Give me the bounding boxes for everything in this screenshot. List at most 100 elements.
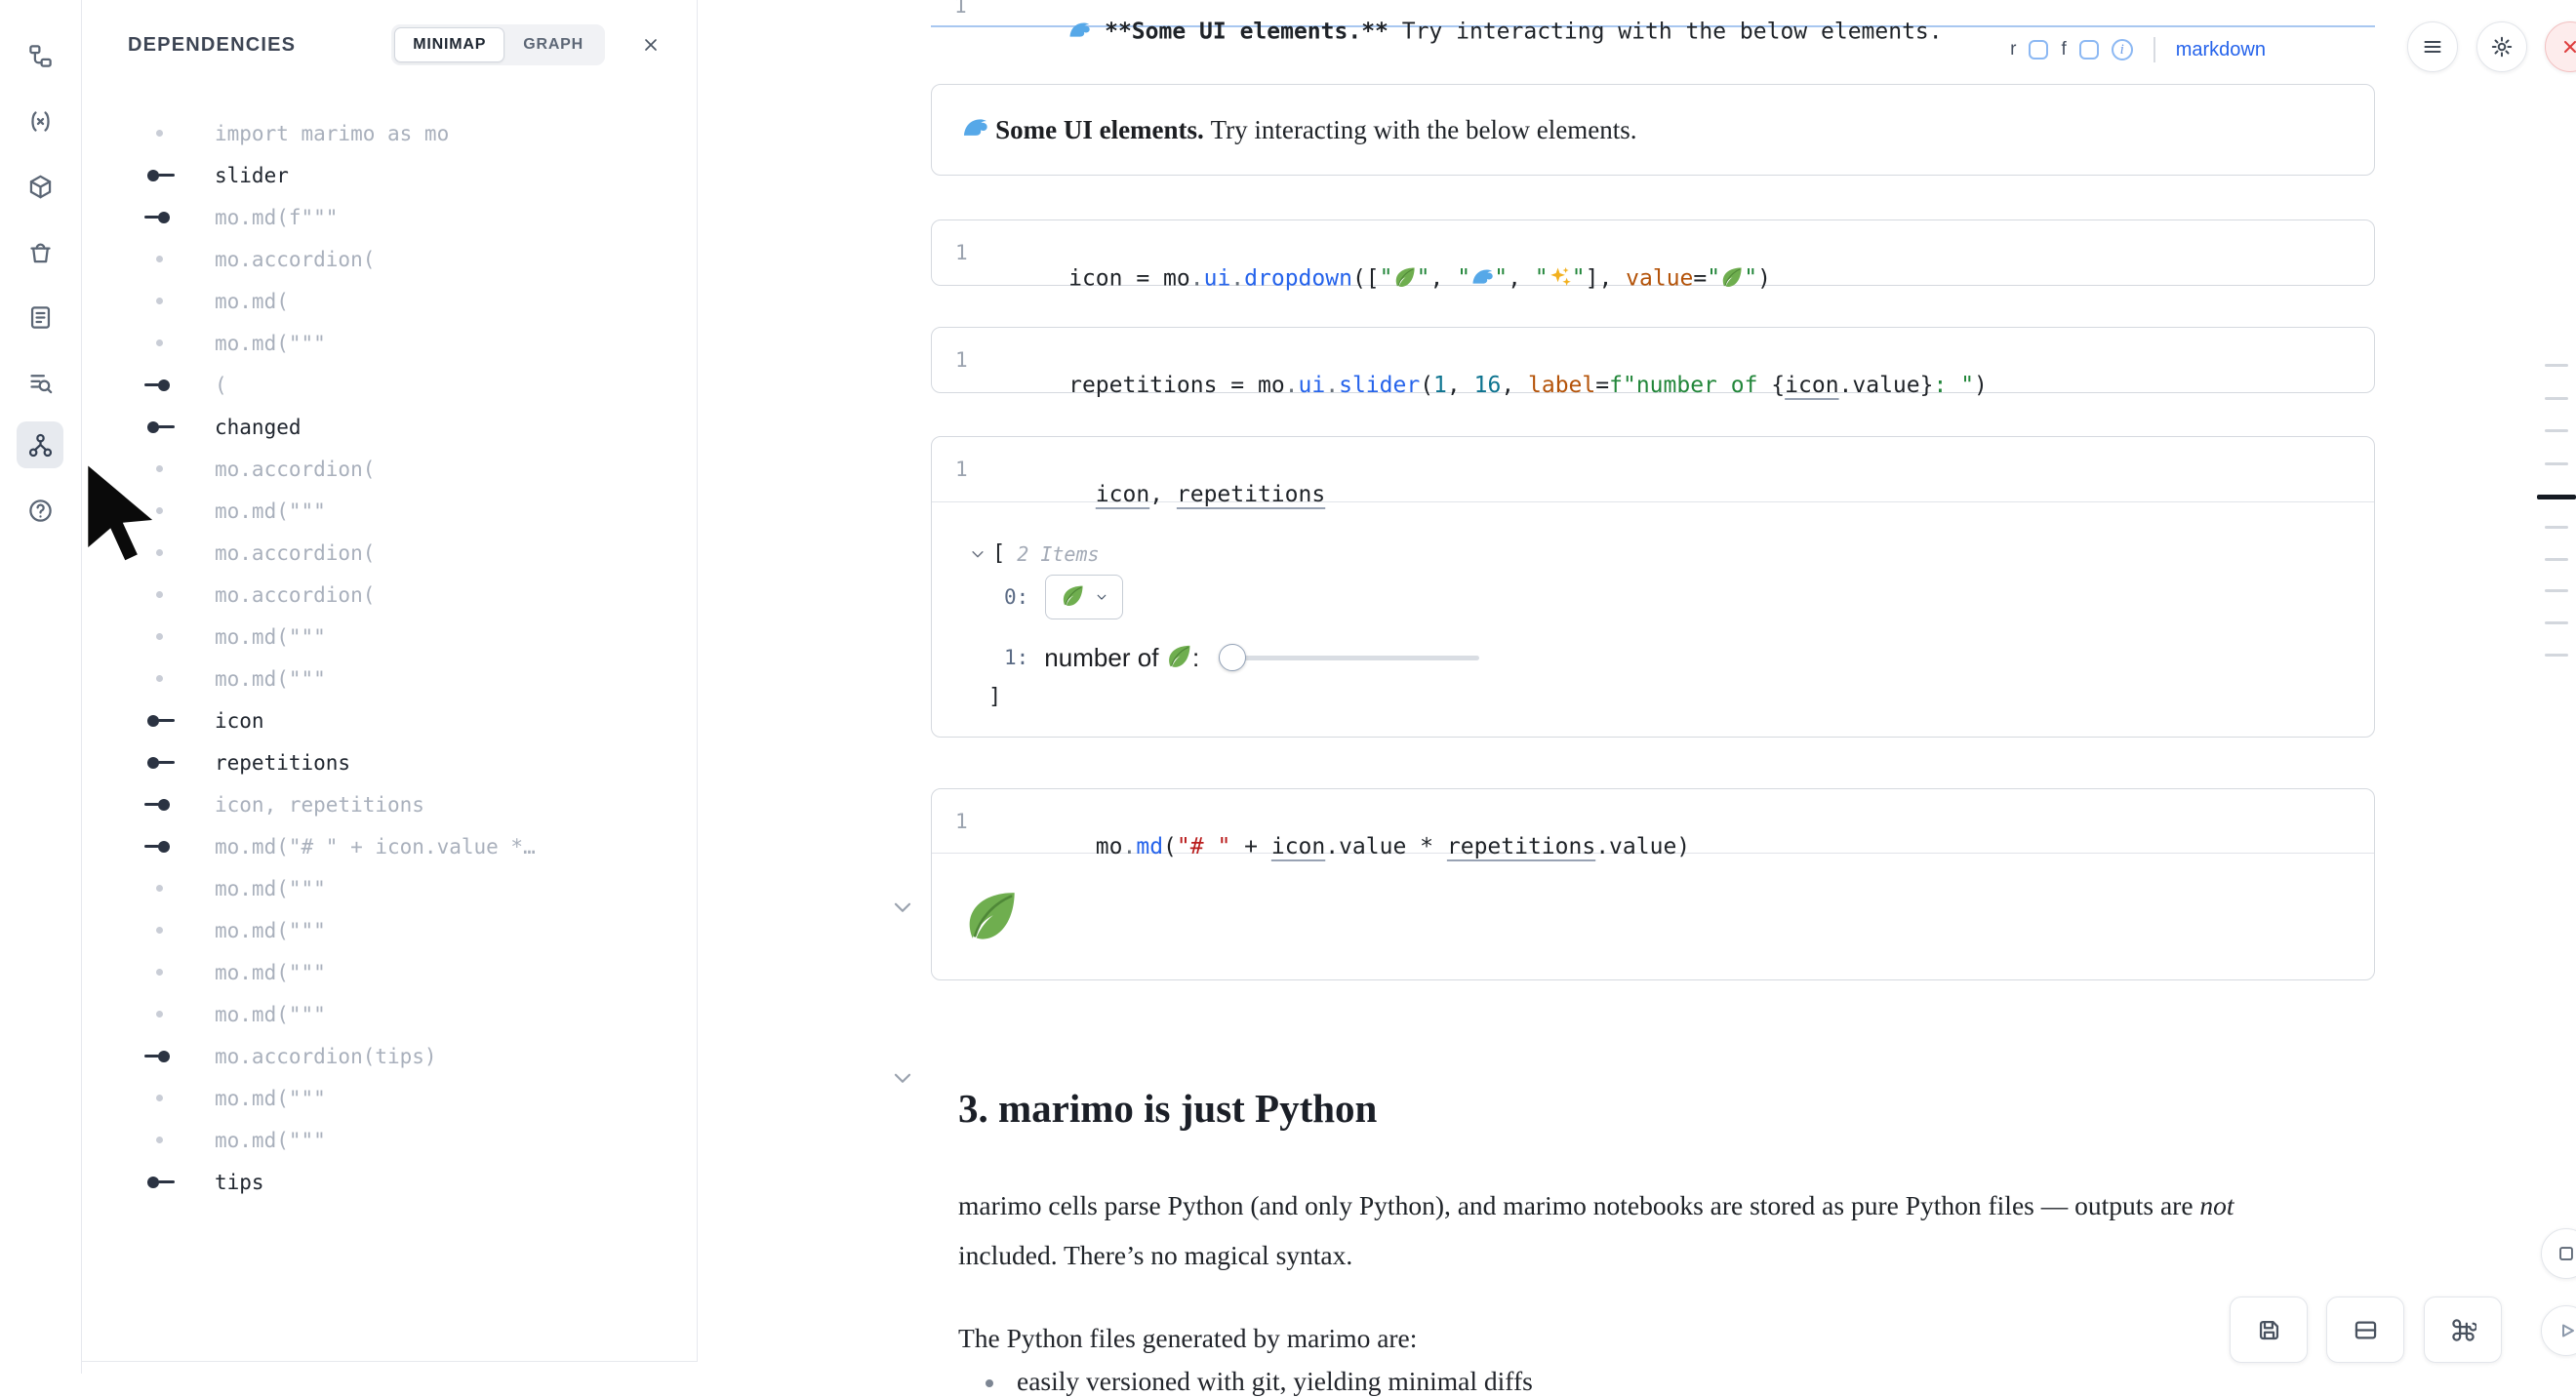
- code-token: ([: [1352, 265, 1380, 291]
- dependencies-button[interactable]: [17, 421, 63, 468]
- dependency-item[interactable]: icon: [81, 699, 696, 741]
- r-checkbox[interactable]: [2029, 40, 2048, 60]
- dependency-item[interactable]: mo.md(""": [81, 616, 696, 658]
- cell-nav-line[interactable]: [2545, 397, 2568, 400]
- save-button[interactable]: [2230, 1297, 2308, 1363]
- code-token: ): [1757, 265, 1771, 291]
- code-token: .: [1122, 834, 1136, 859]
- code-cell-slider[interactable]: 1 repetitions = mo.ui.slider(1, 16, labe…: [931, 327, 2375, 393]
- panel-close-button[interactable]: [634, 28, 667, 61]
- code-token: "": [1535, 265, 1586, 291]
- scratchpad-button[interactable]: [17, 294, 63, 340]
- tab-graph[interactable]: GRAPH: [504, 27, 602, 62]
- packages-button[interactable]: [17, 163, 63, 210]
- dependency-item[interactable]: import marimo as mo: [81, 112, 696, 154]
- dependency-item[interactable]: mo.accordion(: [81, 574, 696, 616]
- help-button[interactable]: [17, 487, 63, 534]
- tab-minimap[interactable]: MINIMAP: [394, 27, 504, 62]
- file-explorer-button[interactable]: [17, 32, 63, 79]
- dependency-item[interactable]: mo.md(""": [81, 1077, 696, 1119]
- dependency-item[interactable]: mo.md(""": [81, 993, 696, 1035]
- dependency-item[interactable]: repetitions: [81, 741, 696, 783]
- dependency-item[interactable]: mo.md(: [81, 280, 696, 322]
- dependency-glyph-icon: [143, 909, 215, 951]
- cell-nav-line[interactable]: [2545, 526, 2568, 529]
- cell-nav-line-active[interactable]: [2537, 495, 2576, 499]
- code-cell-md[interactable]: 1 mo.md("# " + icon.value * repetitions.…: [931, 788, 2375, 980]
- dependency-item[interactable]: tips: [81, 1161, 696, 1203]
- dependency-item[interactable]: (: [81, 364, 696, 406]
- slider-track[interactable]: [1221, 656, 1479, 660]
- code-token: ,: [1501, 373, 1528, 398]
- cell-nav-line[interactable]: [2545, 654, 2568, 657]
- settings-button[interactable]: [2476, 21, 2527, 72]
- dependency-item[interactable]: mo.md("# " + icon.value *…: [81, 825, 696, 867]
- dependency-item[interactable]: mo.accordion(: [81, 448, 696, 490]
- run-button[interactable]: [2541, 1305, 2576, 1356]
- cell-nav-line[interactable]: [2545, 462, 2568, 465]
- dependency-item[interactable]: mo.md(""": [81, 951, 696, 993]
- layout-button[interactable]: [2326, 1297, 2404, 1363]
- code-token: 1: [1433, 373, 1447, 398]
- f-checkbox[interactable]: [2079, 40, 2099, 60]
- markdown-output-cell[interactable]: Some UI elements. Try interacting with t…: [931, 84, 2375, 176]
- notebook-menu-button[interactable]: [2407, 21, 2458, 72]
- language-button[interactable]: markdown: [2176, 39, 2266, 61]
- command-palette-button[interactable]: [2424, 1297, 2502, 1363]
- layout-icon: [2353, 1317, 2379, 1343]
- dependency-item[interactable]: mo.md(""": [81, 1119, 696, 1161]
- slider-thumb[interactable]: [1219, 644, 1246, 671]
- dependency-item[interactable]: mo.md(f""": [81, 196, 696, 238]
- chevron-down-icon: [1095, 590, 1108, 604]
- dependency-label: import marimo as mo: [215, 122, 449, 145]
- dependency-label: changed: [215, 416, 302, 439]
- cell-nav-line[interactable]: [2545, 558, 2568, 561]
- tree-index-0: 0:: [1004, 585, 1028, 609]
- code-token: =: [1122, 265, 1163, 291]
- output-emoji: [963, 885, 1021, 948]
- shutdown-button[interactable]: [2545, 21, 2576, 72]
- tree-twisty-icon[interactable]: [969, 545, 986, 563]
- dependency-item[interactable]: mo.accordion(: [81, 238, 696, 280]
- dependency-label: slider: [215, 164, 289, 187]
- dependency-item[interactable]: mo.md(""": [81, 867, 696, 909]
- code-cell-dropdown[interactable]: 1 icon = mo.ui.dropdown(["", "", ""], va…: [931, 220, 2375, 286]
- dependency-item[interactable]: slider: [81, 154, 696, 196]
- markdown-cell-editor[interactable]: 1 **Some UI elements.** Try interacting …: [931, 0, 2375, 27]
- cell-nav-line[interactable]: [2545, 589, 2568, 592]
- frame-button[interactable]: [2541, 1228, 2576, 1279]
- code-token: (: [1420, 373, 1433, 398]
- dependency-item[interactable]: mo.md(""": [81, 909, 696, 951]
- dependency-label: mo.md(""": [215, 332, 326, 355]
- code-cell-tuple[interactable]: 1 icon, repetitions [ 2 Items 0: 1:: [931, 436, 2375, 738]
- code-token: "": [1707, 265, 1757, 291]
- markdown-output-part: Try interacting with the below elements.: [1204, 115, 1637, 145]
- sparkles-emoji: [1549, 265, 1572, 289]
- info-icon[interactable]: i: [2112, 39, 2133, 60]
- dependency-label: mo.md(""": [215, 1087, 326, 1110]
- dependency-item[interactable]: mo.md(""": [81, 658, 696, 699]
- bullet-text: easily versioned with git, yielding mini…: [1017, 1366, 1533, 1397]
- dependency-item[interactable]: changed: [81, 406, 696, 448]
- code-token: repetitions: [1068, 373, 1217, 398]
- collapse-output-chevron[interactable]: [890, 895, 915, 920]
- dependency-glyph-icon: [143, 825, 215, 867]
- bucket-button[interactable]: [17, 228, 63, 275]
- section-paragraph-2: The Python files generated by marimo are…: [958, 1313, 2329, 1363]
- dependency-glyph-icon: [143, 1119, 215, 1161]
- collapse-section-chevron[interactable]: [890, 1065, 915, 1091]
- cell-nav-line[interactable]: [2545, 621, 2568, 624]
- dependency-item[interactable]: mo.accordion(tips): [81, 1035, 696, 1077]
- menu-icon: [2421, 35, 2444, 59]
- code-snippets-button[interactable]: [17, 98, 63, 144]
- dependency-item[interactable]: mo.md(""": [81, 490, 696, 532]
- logs-button[interactable]: [17, 359, 63, 406]
- code-token: repetitions: [1447, 834, 1595, 859]
- dependency-item[interactable]: mo.md(""": [81, 322, 696, 364]
- cell-nav-line[interactable]: [2545, 364, 2568, 367]
- dropdown-select[interactable]: [1045, 575, 1123, 619]
- cell-nav-line[interactable]: [2545, 429, 2568, 432]
- dependency-item[interactable]: icon, repetitions: [81, 783, 696, 825]
- dependency-item[interactable]: mo.accordion(: [81, 532, 696, 574]
- code-token: }: [1920, 373, 1934, 398]
